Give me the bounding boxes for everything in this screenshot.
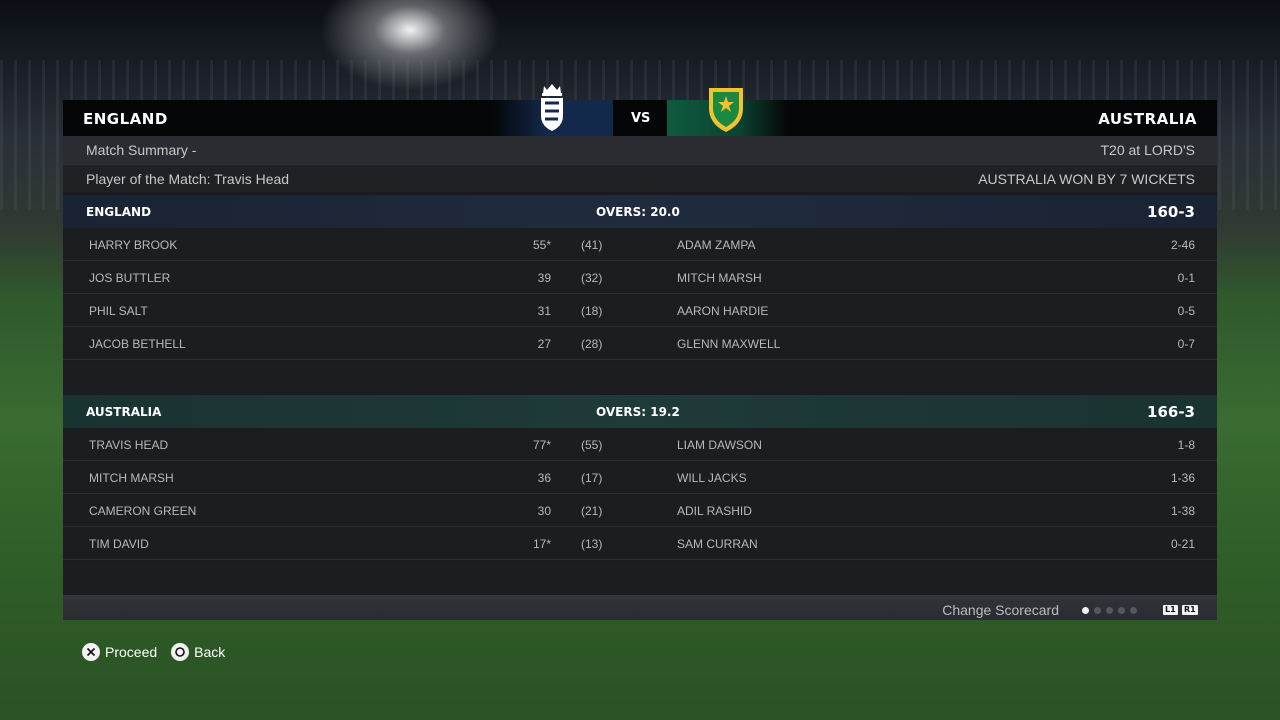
bowler-name: ADIL RASHID	[677, 504, 752, 518]
batter-name: TIM DAVID	[89, 537, 149, 551]
batter-balls: (55)	[581, 438, 603, 452]
batter-runs: 55*	[532, 238, 551, 252]
page-dot[interactable]	[1106, 607, 1113, 614]
batter-name: HARRY BROOK	[89, 238, 178, 252]
scorecard-row: JOS BUTTLER 39 (32) MITCH MARSH 0-1	[63, 261, 1217, 294]
innings-team-name: ENGLAND	[86, 205, 152, 219]
empty-row	[63, 561, 1217, 594]
scorecard-row: TRAVIS HEAD 77* (55) LIAM DAWSON 1-8	[63, 428, 1217, 461]
away-team-name: AUSTRALIA	[1098, 110, 1197, 128]
bowler-figures: 1-36	[1170, 471, 1195, 485]
bowler-figures: 0-7	[1177, 337, 1195, 351]
scorecard-row: HARRY BROOK 55* (41) ADAM ZAMPA 2-46	[63, 228, 1217, 261]
innings-score: 166-3	[1147, 403, 1195, 421]
batter-name: PHIL SALT	[89, 304, 148, 318]
summary-result-row: Player of the Match: Travis Head AUSTRAL…	[63, 164, 1217, 192]
batter-name: MITCH MARSH	[89, 471, 174, 485]
batter-runs: 27	[537, 337, 551, 351]
l1-button-icon[interactable]: L1	[1163, 605, 1178, 615]
scorecard-row: MITCH MARSH 36 (17) WILL JACKS 1-36	[63, 461, 1217, 494]
versus-label: VS	[631, 111, 651, 126]
back-button[interactable]: Back	[171, 643, 225, 661]
circle-button-icon	[171, 643, 190, 661]
page-dot[interactable]	[1094, 607, 1101, 614]
bowler-figures: 1-8	[1177, 438, 1195, 452]
bowler-name: SAM CURRAN	[677, 537, 758, 551]
batter-name: JACOB BETHELL	[89, 337, 186, 351]
empty-row	[63, 361, 1217, 394]
batter-name: CAMERON GREEN	[89, 504, 197, 518]
bowler-name: MITCH MARSH	[677, 271, 762, 285]
cross-button-icon	[82, 643, 100, 661]
innings-overs: OVERS: 20.0	[596, 205, 680, 219]
r1-button-icon[interactable]: R1	[1182, 605, 1198, 615]
change-scorecard-label[interactable]: Change Scorecard	[942, 602, 1059, 618]
teams-title-bar: ENGLAND VS AUSTRALIA	[63, 100, 1217, 136]
innings-header-australia: AUSTRALIA OVERS: 19.2 166-3	[63, 395, 1217, 428]
bowler-name: AARON HARDIE	[677, 304, 769, 318]
proceed-label: Proceed	[105, 644, 158, 660]
match-result-label: AUSTRALIA WON BY 7 WICKETS	[978, 171, 1195, 187]
batter-balls: (18)	[581, 304, 603, 318]
page-dot[interactable]	[1130, 607, 1137, 614]
scorecard-row: JACOB BETHELL 27 (28) GLENN MAXWELL 0-7	[63, 327, 1217, 360]
bowler-figures: 2-46	[1170, 238, 1195, 252]
innings-team-name: AUSTRALIA	[86, 405, 162, 419]
bowler-figures: 0-5	[1177, 304, 1195, 318]
match-summary-title: Match Summary -	[86, 142, 197, 158]
batter-runs: 36	[537, 471, 551, 485]
bowler-name: LIAM DAWSON	[677, 438, 762, 452]
format-venue-label: T20 at LORD'S	[1100, 142, 1196, 158]
proceed-button[interactable]: Proceed	[82, 643, 157, 661]
scorecard-row: TIM DAVID 17* (13) SAM CURRAN 0-21	[63, 527, 1217, 560]
page-dot[interactable]	[1118, 607, 1125, 614]
summary-title-row: Match Summary - T20 at LORD'S	[63, 136, 1217, 164]
page-dot[interactable]	[1082, 607, 1089, 614]
batter-name: JOS BUTTLER	[89, 271, 171, 285]
bowler-name: GLENN MAXWELL	[677, 337, 781, 351]
batter-runs: 77*	[532, 438, 551, 452]
batter-runs: 31	[537, 304, 551, 318]
bowler-figures: 0-21	[1170, 537, 1195, 551]
scorecard-row: PHIL SALT 31 (18) AARON HARDIE 0-5	[63, 294, 1217, 327]
batter-runs: 17*	[532, 537, 551, 551]
batter-balls: (21)	[581, 504, 603, 518]
innings-overs: OVERS: 19.2	[596, 405, 680, 419]
home-team-name: ENGLAND	[83, 110, 168, 128]
england-crest-icon	[541, 84, 563, 131]
australia-crest-icon	[709, 88, 743, 132]
batter-balls: (28)	[581, 337, 603, 351]
batter-balls: (41)	[581, 238, 603, 252]
bowler-name: WILL JACKS	[677, 471, 747, 485]
batter-balls: (17)	[581, 471, 603, 485]
bowler-name: ADAM ZAMPA	[677, 238, 756, 252]
innings-score: 160-3	[1147, 203, 1195, 221]
back-label: Back	[194, 644, 226, 660]
batter-runs: 39	[537, 271, 551, 285]
batter-name: TRAVIS HEAD	[89, 438, 169, 452]
player-of-match-label: Player of the Match: Travis Head	[86, 171, 290, 187]
scorecard-row: CAMERON GREEN 30 (21) ADIL RASHID 1-38	[63, 494, 1217, 527]
innings-header-england: ENGLAND OVERS: 20.0 160-3	[63, 195, 1217, 228]
batter-balls: (32)	[581, 271, 603, 285]
batter-runs: 30	[537, 504, 551, 518]
bowler-figures: 1-38	[1170, 504, 1195, 518]
batter-balls: (13)	[581, 537, 603, 551]
scorecard-page-indicator	[1082, 607, 1137, 614]
match-summary-panel: ENGLAND VS AUSTRALIA Match Summary - T20…	[63, 84, 1217, 620]
scorecard-footer: Change Scorecard L1 R1	[63, 595, 1217, 620]
controller-prompts: Proceed Back	[82, 643, 225, 661]
bowler-figures: 0-1	[1177, 271, 1195, 285]
